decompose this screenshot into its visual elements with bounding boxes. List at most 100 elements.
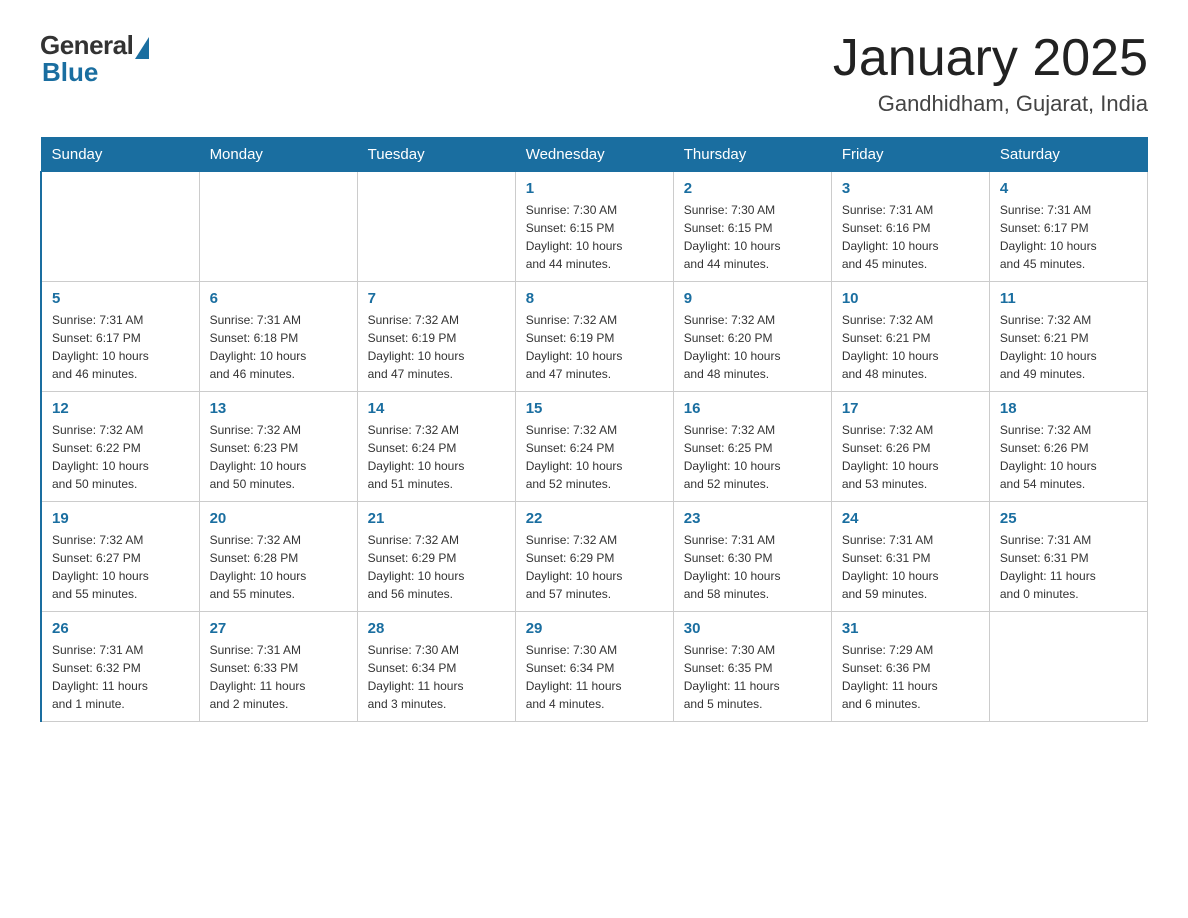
day-info: Sunrise: 7:32 AM Sunset: 6:21 PM Dayligh… [842,311,979,383]
calendar-day-23: 23 Sunrise: 7:31 AM Sunset: 6:30 PM Dayli… [673,502,831,612]
day-info: Sunrise: 7:31 AM Sunset: 6:32 PM Dayligh… [52,641,189,713]
day-info: Sunrise: 7:30 AM Sunset: 6:15 PM Dayligh… [684,201,821,273]
day-info: Sunrise: 7:32 AM Sunset: 6:25 PM Dayligh… [684,421,821,493]
day-info: Sunrise: 7:32 AM Sunset: 6:20 PM Dayligh… [684,311,821,383]
day-info: Sunrise: 7:32 AM Sunset: 6:26 PM Dayligh… [842,421,979,493]
day-info: Sunrise: 7:31 AM Sunset: 6:16 PM Dayligh… [842,201,979,273]
day-info: Sunrise: 7:31 AM Sunset: 6:33 PM Dayligh… [210,641,347,713]
title-area: January 2025 Gandhidham, Gujarat, India [833,30,1148,117]
calendar-day-19: 19 Sunrise: 7:32 AM Sunset: 6:27 PM Dayli… [41,502,199,612]
day-info: Sunrise: 7:32 AM Sunset: 6:29 PM Dayligh… [526,531,663,603]
calendar-day-22: 22 Sunrise: 7:32 AM Sunset: 6:29 PM Dayli… [515,502,673,612]
calendar-day-28: 28Sunrise: 7:30 AM Sunset: 6:34 PM Dayli… [357,612,515,722]
day-number: 22 [526,510,663,527]
day-info: Sunrise: 7:32 AM Sunset: 6:27 PM Dayligh… [52,531,189,603]
day-info: Sunrise: 7:30 AM Sunset: 6:34 PM Dayligh… [526,641,663,713]
day-number: 19 [52,510,189,527]
day-info: Sunrise: 7:32 AM Sunset: 6:29 PM Dayligh… [368,531,505,603]
day-info: Sunrise: 7:32 AM Sunset: 6:19 PM Dayligh… [368,311,505,383]
calendar-header-row: SundayMondayTuesdayWednesdayThursdayFrid… [41,138,1148,172]
day-info: Sunrise: 7:32 AM Sunset: 6:24 PM Dayligh… [526,421,663,493]
day-info: Sunrise: 7:31 AM Sunset: 6:17 PM Dayligh… [52,311,189,383]
day-info: Sunrise: 7:31 AM Sunset: 6:31 PM Dayligh… [1000,531,1137,603]
column-header-saturday: Saturday [989,138,1147,172]
calendar-day-27: 27 Sunrise: 7:31 AM Sunset: 6:33 PM Dayli… [199,612,357,722]
calendar-week-row: 19 Sunrise: 7:32 AM Sunset: 6:27 PM Dayli… [41,502,1148,612]
day-number: 3 [842,180,979,197]
column-header-sunday: Sunday [41,138,199,172]
logo: General Blue [40,30,149,88]
logo-blue-text: Blue [42,57,98,88]
day-number: 2 [684,180,821,197]
calendar-day-29: 29 Sunrise: 7:30 AM Sunset: 6:34 PM Dayli… [515,612,673,722]
calendar-day-11: 11 Sunrise: 7:32 AM Sunset: 6:21 PM Dayli… [989,282,1147,392]
calendar-day-4: 4Sunrise: 7:31 AM Sunset: 6:17 PM Daylig… [989,172,1147,282]
calendar-week-row: 12 Sunrise: 7:32 AM Sunset: 6:22 PM Dayli… [41,392,1148,502]
calendar-table: SundayMondayTuesdayWednesdayThursdayFrid… [40,137,1148,722]
day-number: 1 [526,180,663,197]
calendar-day-6: 6 Sunrise: 7:31 AM Sunset: 6:18 PM Daylig… [199,282,357,392]
day-number: 5 [52,290,189,307]
calendar-day-12: 12 Sunrise: 7:32 AM Sunset: 6:22 PM Dayli… [41,392,199,502]
column-header-wednesday: Wednesday [515,138,673,172]
calendar-day-18: 18 Sunrise: 7:32 AM Sunset: 6:26 PM Dayli… [989,392,1147,502]
day-number: 12 [52,400,189,417]
day-number: 20 [210,510,347,527]
day-number: 10 [842,290,979,307]
calendar-empty-cell [989,612,1147,722]
calendar-day-14: 14 Sunrise: 7:32 AM Sunset: 6:24 PM Dayli… [357,392,515,502]
day-number: 25 [1000,510,1137,527]
day-number: 31 [842,620,979,637]
day-info: Sunrise: 7:30 AM Sunset: 6:15 PM Dayligh… [526,201,663,273]
day-number: 24 [842,510,979,527]
calendar-day-25: 25 Sunrise: 7:31 AM Sunset: 6:31 PM Dayli… [989,502,1147,612]
calendar-day-17: 17 Sunrise: 7:32 AM Sunset: 6:26 PM Dayli… [831,392,989,502]
page-header: General Blue January 2025 Gandhidham, Gu… [40,30,1148,117]
day-number: 23 [684,510,821,527]
column-header-thursday: Thursday [673,138,831,172]
column-header-friday: Friday [831,138,989,172]
day-info: Sunrise: 7:32 AM Sunset: 6:19 PM Dayligh… [526,311,663,383]
calendar-day-31: 31 Sunrise: 7:29 AM Sunset: 6:36 PM Dayli… [831,612,989,722]
day-number: 14 [368,400,505,417]
calendar-day-3: 3 Sunrise: 7:31 AM Sunset: 6:16 PM Daylig… [831,172,989,282]
day-number: 18 [1000,400,1137,417]
day-number: 16 [684,400,821,417]
calendar-day-21: 21 Sunrise: 7:32 AM Sunset: 6:29 PM Dayli… [357,502,515,612]
column-header-tuesday: Tuesday [357,138,515,172]
day-number: 6 [210,290,347,307]
location-title: Gandhidham, Gujarat, India [833,91,1148,117]
month-title: January 2025 [833,30,1148,87]
calendar-day-24: 24 Sunrise: 7:31 AM Sunset: 6:31 PM Dayli… [831,502,989,612]
day-number: 29 [526,620,663,637]
day-number: 15 [526,400,663,417]
calendar-week-row: 26 Sunrise: 7:31 AM Sunset: 6:32 PM Dayli… [41,612,1148,722]
calendar-day-2: 2 Sunrise: 7:30 AM Sunset: 6:15 PM Daylig… [673,172,831,282]
calendar-day-10: 10 Sunrise: 7:32 AM Sunset: 6:21 PM Dayli… [831,282,989,392]
day-number: 8 [526,290,663,307]
calendar-day-15: 15 Sunrise: 7:32 AM Sunset: 6:24 PM Dayli… [515,392,673,502]
day-number: 30 [684,620,821,637]
calendar-day-1: 1 Sunrise: 7:30 AM Sunset: 6:15 PM Daylig… [515,172,673,282]
day-info: Sunrise: 7:31 AM Sunset: 6:18 PM Dayligh… [210,311,347,383]
calendar-day-20: 20 Sunrise: 7:32 AM Sunset: 6:28 PM Dayli… [199,502,357,612]
day-number: 28 [368,620,505,637]
day-info: Sunrise: 7:29 AM Sunset: 6:36 PM Dayligh… [842,641,979,713]
day-number: 7 [368,290,505,307]
day-info: Sunrise: 7:32 AM Sunset: 6:28 PM Dayligh… [210,531,347,603]
day-info: Sunrise: 7:32 AM Sunset: 6:26 PM Dayligh… [1000,421,1137,493]
day-number: 11 [1000,290,1137,307]
day-info: Sunrise: 7:32 AM Sunset: 6:21 PM Dayligh… [1000,311,1137,383]
day-info: Sunrise: 7:32 AM Sunset: 6:24 PM Dayligh… [368,421,505,493]
day-number: 27 [210,620,347,637]
day-info: Sunrise: 7:31 AM Sunset: 6:31 PM Dayligh… [842,531,979,603]
calendar-empty-cell [199,172,357,282]
day-number: 17 [842,400,979,417]
day-info: Sunrise: 7:32 AM Sunset: 6:22 PM Dayligh… [52,421,189,493]
calendar-day-9: 9Sunrise: 7:32 AM Sunset: 6:20 PM Daylig… [673,282,831,392]
day-number: 21 [368,510,505,527]
calendar-day-5: 5 Sunrise: 7:31 AM Sunset: 6:17 PM Daylig… [41,282,199,392]
day-number: 26 [52,620,189,637]
calendar-week-row: 5 Sunrise: 7:31 AM Sunset: 6:17 PM Daylig… [41,282,1148,392]
day-info: Sunrise: 7:31 AM Sunset: 6:30 PM Dayligh… [684,531,821,603]
